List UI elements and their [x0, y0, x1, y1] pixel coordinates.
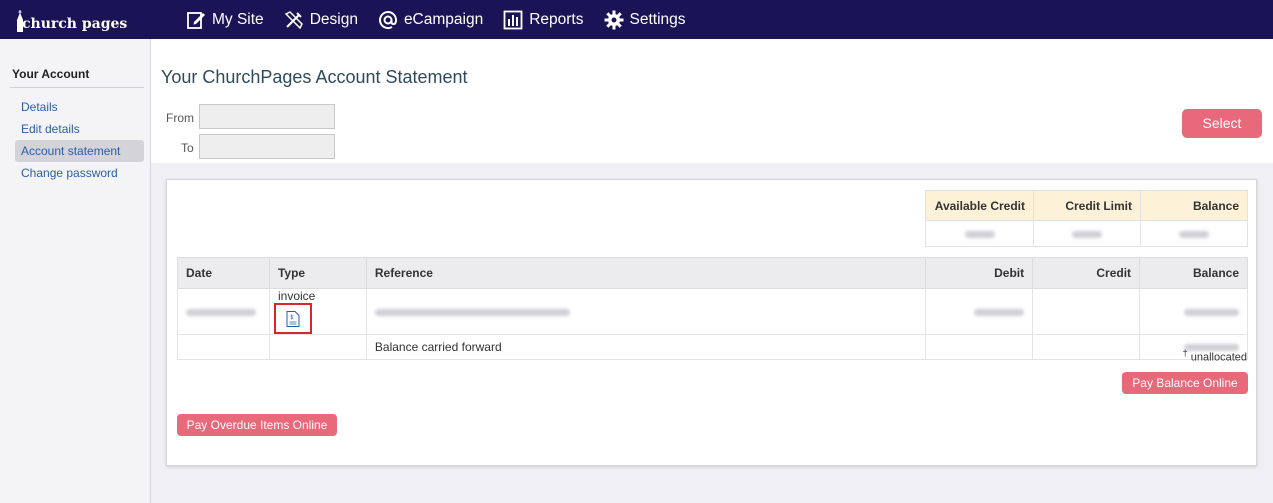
nav-my-site-label: My Site [212, 10, 264, 28]
sidebar-item-account-statement[interactable]: Account statement [15, 140, 144, 162]
row-balance-column-header: Balance [1139, 257, 1248, 289]
nav-settings-label: Settings [629, 10, 686, 28]
to-label: To [181, 141, 194, 155]
row-type [268, 334, 367, 360]
table-row: Balance carried forward [177, 334, 1248, 360]
nav-my-site[interactable]: My Site [186, 10, 264, 30]
design-tools-icon [284, 10, 303, 29]
sidebar-menu: Details Edit details Account statement C… [15, 96, 144, 184]
row-credit [1032, 288, 1141, 335]
sidebar-item-change-password[interactable]: Change password [15, 162, 144, 184]
nav-ecampaign-label: eCampaign [403, 10, 484, 28]
statement-filter-panel: Your ChurchPages Account Statement From … [151, 39, 1273, 163]
sidebar-item-edit-details[interactable]: Edit details [15, 118, 144, 140]
pay-overdue-items-online-button[interactable]: Pay Overdue Items Online [177, 414, 337, 436]
page-title: Your ChurchPages Account Statement [161, 67, 468, 87]
logo-text: church pages [22, 16, 128, 32]
select-button[interactable]: Select [1182, 109, 1262, 138]
row-debit [925, 288, 1034, 335]
reference-column-header: Reference [365, 257, 927, 289]
edit-icon [187, 11, 205, 29]
svg-text:$: $ [290, 314, 294, 321]
table-row: invoice $ [177, 288, 1248, 335]
credit-summary-table: Available Credit Credit Limit Balance [925, 190, 1248, 247]
unallocated-note: † unallocated [1183, 348, 1247, 364]
row-debit [925, 334, 1034, 360]
balance-value [1140, 220, 1248, 247]
row-reference [365, 288, 927, 335]
sidebar-divider [10, 87, 144, 88]
nav-settings[interactable]: Settings [604, 10, 686, 30]
account-sidebar: Your Account Details Edit details Accoun… [0, 39, 151, 503]
top-nav-bar: church pages My Site Design eCampaign Re… [0, 0, 1273, 39]
unallocated-label: unallocated [1190, 351, 1247, 364]
available-credit-header: Available Credit [925, 190, 1034, 221]
pay-balance-online-button[interactable]: Pay Balance Online [1122, 372, 1248, 394]
nav-reports-label: Reports [529, 10, 584, 28]
nav-design-label: Design [309, 10, 358, 28]
gear-icon [604, 10, 623, 29]
dagger-mark: † [1182, 348, 1188, 358]
row-type-label: invoice [277, 289, 316, 303]
statement-card: Available Credit Credit Limit Balance Da… [166, 179, 1257, 466]
to-date-input[interactable] [199, 134, 335, 159]
invoice-document-link[interactable]: $ [273, 303, 312, 334]
logo[interactable]: church pages [16, 6, 127, 32]
row-date [177, 288, 270, 335]
date-column-header: Date [177, 257, 270, 289]
statement-header-row: Date Type Reference Debit Credit Balance [177, 257, 1248, 289]
credit-limit-value [1033, 220, 1141, 247]
from-date-input[interactable] [199, 104, 335, 129]
from-label: From [166, 111, 194, 125]
at-sign-icon [378, 10, 397, 29]
balance-header: Balance [1140, 190, 1248, 221]
row-reference: Balance carried forward [365, 334, 927, 360]
credit-column-header: Credit [1032, 257, 1141, 289]
sidebar-item-details[interactable]: Details [15, 96, 144, 118]
row-credit [1032, 334, 1141, 360]
type-column-header: Type [268, 257, 367, 289]
debit-column-header: Debit [925, 257, 1034, 289]
bar-chart-icon [503, 10, 523, 29]
statement-table: Date Type Reference Debit Credit Balance… [177, 257, 1248, 360]
row-balance [1139, 288, 1248, 335]
sidebar-heading: Your Account [12, 67, 90, 81]
invoice-document-icon: $ [286, 310, 300, 327]
available-credit-value [925, 220, 1034, 247]
nav-design[interactable]: Design [284, 10, 358, 30]
main-nav: My Site Design eCampaign Reports Setting… [186, 0, 706, 39]
credit-limit-header: Credit Limit [1033, 190, 1141, 221]
row-type: invoice $ [268, 288, 367, 335]
nav-ecampaign[interactable]: eCampaign [378, 10, 483, 30]
row-date [177, 334, 270, 360]
nav-reports[interactable]: Reports [503, 10, 584, 30]
